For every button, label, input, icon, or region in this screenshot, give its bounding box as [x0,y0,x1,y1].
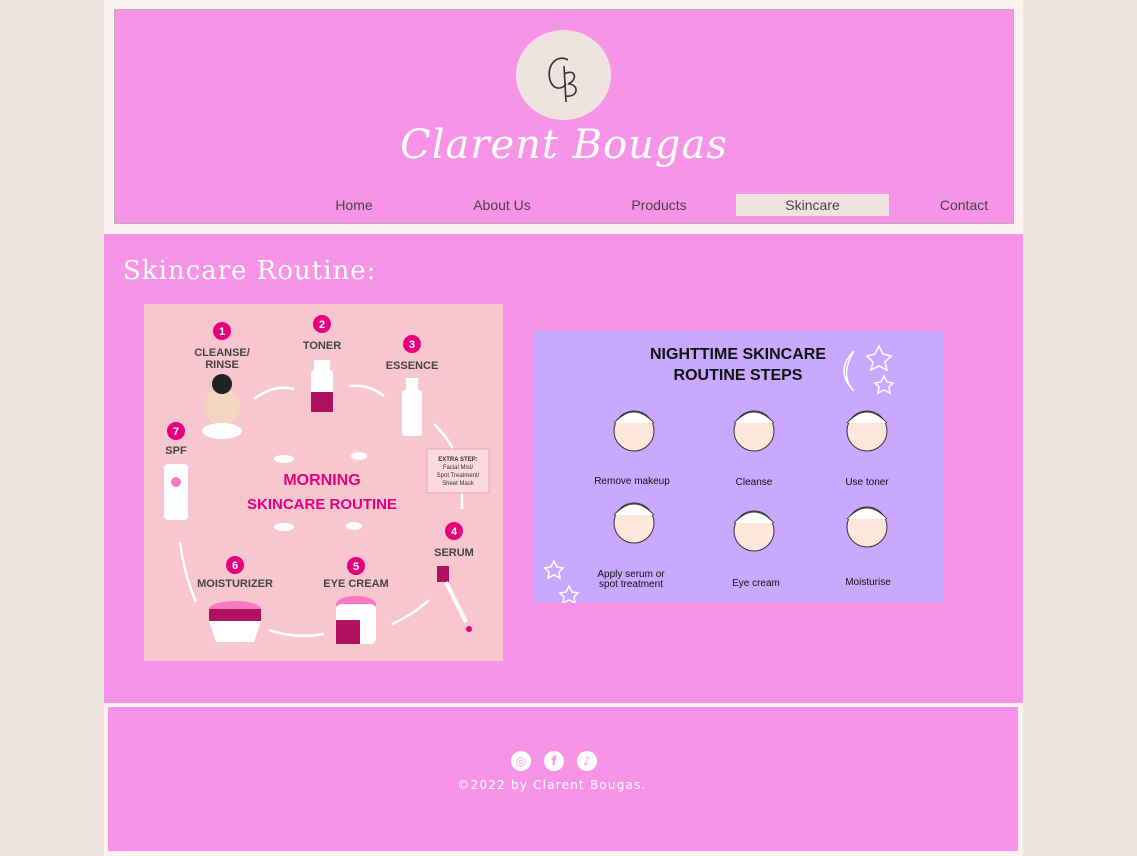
svg-text:5: 5 [353,561,359,573]
step-badge-6: 6 [226,556,244,574]
moisturizer-jar-illustration [209,601,261,642]
toner-bottle-illustration [311,360,333,412]
step-badge-3: 3 [403,335,421,353]
face-illustration-5 [733,510,775,552]
nighttime-routine-graphic: NIGHTTIME SKINCARE ROUTINE STEPS Remove … [543,344,895,605]
night-step-label: Remove makeup [594,476,670,487]
face-illustration-1 [613,410,655,452]
svg-text:Facial Mist/: Facial Mist/ [443,465,474,471]
step-badge-5: 5 [347,557,365,575]
svg-text:2: 2 [319,319,325,331]
svg-text:Sheet Mask: Sheet Mask [442,481,475,487]
tiktok-icon[interactable]: ♪ [577,751,597,771]
nav-item-products[interactable]: Products [610,194,708,216]
facebook-icon[interactable]: f [544,751,564,771]
stars-decoration [543,344,895,605]
night-step-label: Moisturise [845,577,891,588]
main-content: Skincare Routine: 1 CLEANSE/ RINSE 2 TON… [104,234,1023,703]
nighttime-routine-image[interactable]: NIGHTTIME SKINCARE ROUTINE STEPS Remove … [534,331,944,605]
morning-routine-image[interactable]: 1 CLEANSE/ RINSE 2 TONER 3 ESSENCE 4 SER… [144,304,503,661]
night-title-line1: NIGHTTIME SKINCARE [650,346,826,363]
face-illustration-3 [846,410,888,452]
face-illustration-4 [613,502,655,544]
nav-item-skincare[interactable]: Skincare [736,194,889,216]
face-illustration-2 [733,410,775,452]
step-label: TONER [303,340,341,352]
face-illustration-6 [846,506,888,548]
step-badge-2: 2 [313,315,331,333]
step-badge-7: 7 [167,422,185,440]
step-label: SPF [165,445,187,457]
night-title-line2: ROUTINE STEPS [674,367,803,384]
step-label: ESSENCE [386,360,439,372]
night-step-label: Cleanse [736,477,773,488]
logo-monogram-icon [548,57,577,103]
nav-item-about-us[interactable]: About Us [453,194,551,216]
night-step-label: Eye cream [732,578,780,589]
svg-text:3: 3 [409,339,415,351]
site-header: Clarent Bougas Home About Us Products Sk… [114,9,1014,224]
spf-tube-illustration [164,464,188,520]
svg-text:Spot Treatment/: Spot Treatment/ [437,473,480,479]
main-nav: Home About Us Products Skincare Contact [215,194,988,216]
site-footer: ◎ f ♪ ©2022 by Clarent Bougas. [108,707,1018,851]
nav-item-home[interactable]: Home [305,194,403,216]
cleanser-face-illustration [202,374,242,439]
eye-cream-jar-illustration [336,596,376,644]
night-step-label: spot treatment [599,579,663,590]
step-label: EYE CREAM [323,578,388,590]
extra-step-box: EXTRA STEP: Facial Mist/ Spot Treatment/… [426,448,490,494]
night-step-label: Use toner [845,477,889,488]
step-label: CLEANSE/ [194,347,250,359]
step-label: MOISTURIZER [197,578,273,590]
step-label: RINSE [205,359,239,371]
essence-bottle-illustration [402,378,422,436]
page-title: Skincare Routine: [123,256,377,286]
instagram-icon[interactable]: ◎ [511,751,531,771]
decorative-clouds [274,452,367,531]
morning-routine-graphic: 1 CLEANSE/ RINSE 2 TONER 3 ESSENCE 4 SER… [164,315,490,644]
svg-text:EXTRA STEP:: EXTRA STEP: [438,457,477,463]
nav-item-contact[interactable]: Contact [915,194,1013,216]
svg-text:6: 6 [232,560,238,572]
svg-text:4: 4 [451,526,458,538]
morning-title-line2: SKINCARE ROUTINE [247,496,397,513]
morning-title-line1: MORNING [283,472,360,489]
step-badge-1: 1 [213,322,231,340]
svg-text:7: 7 [173,426,179,438]
step-label: SERUM [434,547,474,559]
step-badge-4: 4 [445,522,463,540]
site-logo[interactable] [516,30,611,120]
brand-name[interactable]: Clarent Bougas [115,122,1013,168]
copyright-text: ©2022 by Clarent Bougas. [457,778,647,792]
svg-text:1: 1 [219,326,225,338]
serum-dropper-illustration [437,566,472,632]
